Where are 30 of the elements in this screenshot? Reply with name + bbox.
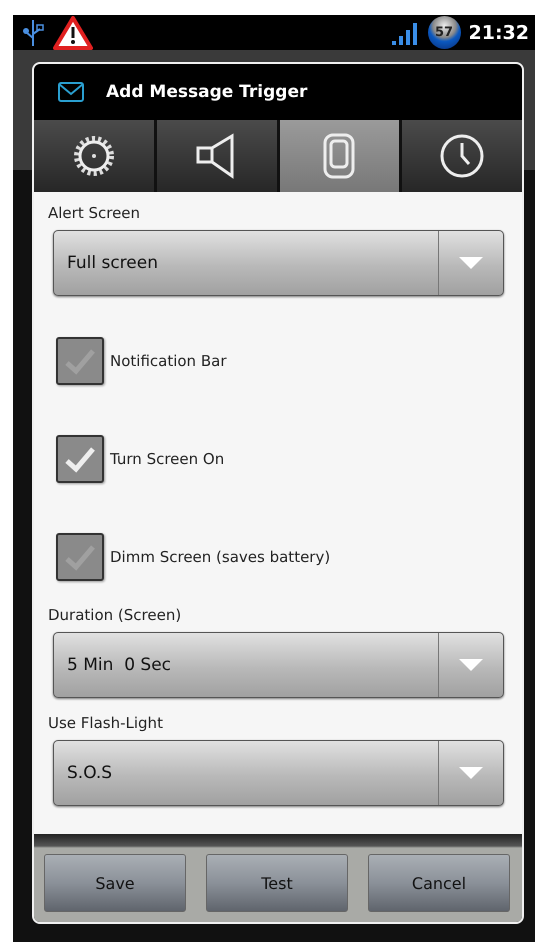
dialog-button[interactable]: Save (44, 854, 186, 912)
battery-badge: 57 (428, 16, 461, 49)
checkbox[interactable] (56, 533, 104, 581)
caret-icon (459, 659, 483, 671)
caret-icon (459, 257, 483, 269)
dialog-button[interactable]: Test (206, 854, 348, 912)
checkbox-label: Turn Screen On (110, 450, 224, 468)
usb-icon (21, 18, 45, 48)
checkbox[interactable] (56, 337, 104, 385)
checkbox-label: Notification Bar (110, 352, 226, 370)
field-label: Duration (Screen) (48, 606, 182, 624)
field-label: Use Flash-Light (48, 714, 164, 732)
clock-icon (439, 133, 486, 179)
dropdown[interactable]: 5 Min 0 Sec (53, 632, 504, 698)
clock-time: 21:32 (468, 22, 529, 44)
dropdown[interactable]: Full screen (53, 230, 504, 296)
dialog-button[interactable]: Cancel (368, 854, 510, 912)
warning-icon (53, 16, 93, 50)
checkbox[interactable] (56, 435, 104, 483)
tab[interactable] (156, 120, 276, 192)
envelope-icon (58, 82, 84, 102)
dialog-title: Add Message Trigger (106, 82, 308, 102)
checkmark-icon (64, 445, 96, 473)
caret-icon (459, 767, 483, 779)
phone-icon (322, 133, 356, 179)
tab[interactable] (34, 120, 154, 192)
tab[interactable] (402, 120, 522, 192)
checkbox-label: Dimm Screen (saves battery) (110, 548, 330, 566)
dropdown[interactable]: S.O.S (53, 740, 504, 806)
field-label: Alert Screen (48, 204, 142, 222)
